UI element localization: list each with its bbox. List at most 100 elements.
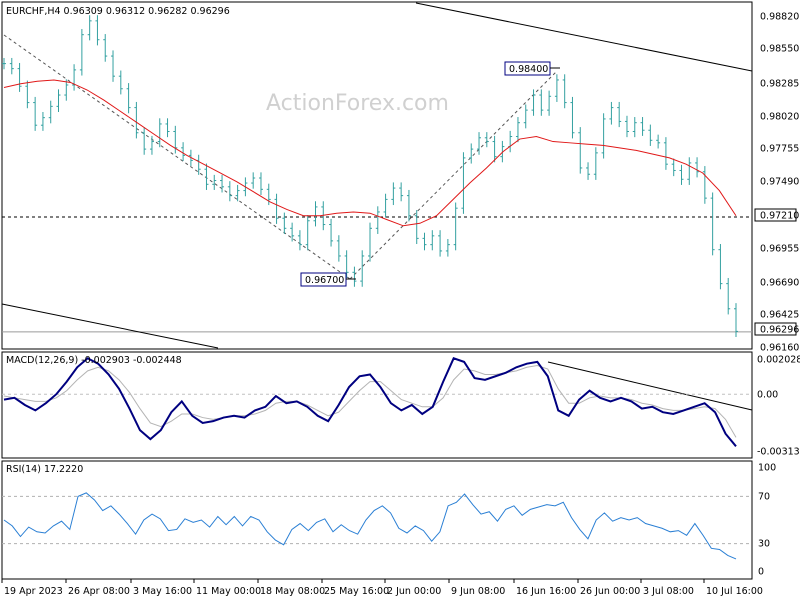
price-bar xyxy=(87,15,92,41)
price-bar xyxy=(570,96,575,139)
macd-panel-title: MACD(12,26,9) -0.002903 -0.002448 xyxy=(6,355,182,366)
price-axis-label: 0.96955 xyxy=(760,244,799,255)
price-series xyxy=(2,15,738,338)
price-bar xyxy=(656,134,661,149)
price-bar xyxy=(726,277,731,315)
price-bar xyxy=(126,83,131,114)
price-bar xyxy=(718,244,723,290)
price-bar xyxy=(624,115,629,138)
channel-lower-line xyxy=(1,303,219,349)
price-bar xyxy=(523,104,528,129)
price-bar xyxy=(461,152,466,214)
price-bar xyxy=(2,57,6,70)
price-bar xyxy=(671,158,676,177)
price-bar xyxy=(508,130,513,153)
price-bar xyxy=(352,266,357,287)
level-lines xyxy=(2,216,752,333)
price-axis-label: 0.97755 xyxy=(760,144,799,155)
price-bar xyxy=(48,100,53,124)
x-axis-label: 9 Jun 08:00 xyxy=(451,586,505,597)
price-bar xyxy=(40,112,45,131)
price-bar xyxy=(142,127,147,155)
x-axis-label: 19 Apr 2023 xyxy=(4,586,63,597)
price-bar xyxy=(453,202,458,251)
price-bar xyxy=(640,117,645,136)
price-bar xyxy=(251,172,256,189)
price-bar xyxy=(56,89,61,113)
price-bar xyxy=(79,29,84,76)
price-bar xyxy=(165,118,170,138)
channel-upper-line xyxy=(415,2,753,72)
price-bar xyxy=(391,182,396,206)
price-bar xyxy=(33,96,38,131)
price-bar xyxy=(9,57,14,75)
x-axis-label: 2 Jun 00:00 xyxy=(387,586,441,597)
price-bar xyxy=(399,182,404,202)
price-bar xyxy=(360,250,365,287)
price-bar xyxy=(554,74,559,102)
x-axis-label: 18 May 08:00 xyxy=(260,586,325,597)
price-bar xyxy=(648,124,653,146)
price-bar xyxy=(157,118,162,148)
price-bar xyxy=(663,137,668,170)
y-axis-labels: 0.98820 0.98550 0.98285 0.98020 0.97755 0.974… xyxy=(754,12,800,578)
x-axis-label: 25 May 16:00 xyxy=(324,586,389,597)
price-bar xyxy=(336,235,341,262)
price-bar xyxy=(149,135,154,155)
x-axis-labels: 19 Apr 2023 26 Apr 08:00 3 May 16:00 11 May… xyxy=(1,579,763,597)
rsi-axis-label: 70 xyxy=(758,492,770,503)
rsi-axis-label: 0 xyxy=(758,567,764,578)
price-bar xyxy=(562,74,567,109)
price-bar xyxy=(593,147,598,180)
price-axis-label: 0.96425 xyxy=(760,310,799,321)
macd-panel-frame xyxy=(1,351,753,459)
rsi-line xyxy=(3,492,737,560)
price-bar xyxy=(438,230,443,257)
price-bar xyxy=(422,232,427,251)
price-bar xyxy=(103,34,108,62)
fib-line-down xyxy=(3,34,351,280)
price-bar xyxy=(679,164,684,185)
price-axis-label: 0.98285 xyxy=(760,79,799,90)
price-bar xyxy=(220,174,225,193)
price-axis-label: 0.98020 xyxy=(760,112,799,123)
price-bar xyxy=(297,230,302,251)
x-axis-label: 26 Apr 08:00 xyxy=(68,586,130,597)
macd-line xyxy=(3,357,737,447)
price-bar xyxy=(539,89,544,116)
price-bar xyxy=(586,162,591,180)
price-bar xyxy=(134,101,139,139)
price-bar xyxy=(95,15,100,46)
price-bar xyxy=(368,222,372,262)
chart-svg: ActionForex.com 0.98820 0.98550 0.98285 0.9… xyxy=(1,1,800,597)
price-axis-label: 0.96160 xyxy=(760,343,799,354)
price-bar xyxy=(329,218,334,247)
price-bar xyxy=(531,89,536,116)
watermark: ActionForex.com xyxy=(266,91,449,116)
price-bar xyxy=(430,230,435,251)
price-bar xyxy=(25,80,30,109)
price-bar xyxy=(445,238,450,257)
price-axis-label: 0.98820 xyxy=(760,12,799,23)
price-bar xyxy=(414,210,419,245)
x-axis-label: 3 Jul 08:00 xyxy=(643,586,694,597)
price-bar xyxy=(617,101,622,128)
price-panel-title: EURCHF,H4 0.96309 0.96312 0.96282 0.9629… xyxy=(6,6,230,17)
price-bar xyxy=(632,117,637,138)
price-axis-label: 0.96296 xyxy=(760,325,799,336)
price-bar xyxy=(258,172,263,195)
price-bar xyxy=(515,117,520,143)
price-axis-label: 0.98550 xyxy=(760,44,799,55)
x-axis-label: 26 Jun 00:00 xyxy=(580,586,640,597)
price-bar xyxy=(687,157,692,185)
macd-signal-line xyxy=(3,364,737,438)
price-bar xyxy=(375,206,380,234)
price-bar xyxy=(72,64,77,91)
price-bar xyxy=(282,212,287,234)
price-bar xyxy=(695,157,700,178)
price-bar xyxy=(17,62,22,92)
annotation-high-label: 0.98400 xyxy=(509,64,548,75)
price-bar xyxy=(383,193,388,218)
price-bar xyxy=(111,50,116,82)
macd-series xyxy=(2,357,752,447)
